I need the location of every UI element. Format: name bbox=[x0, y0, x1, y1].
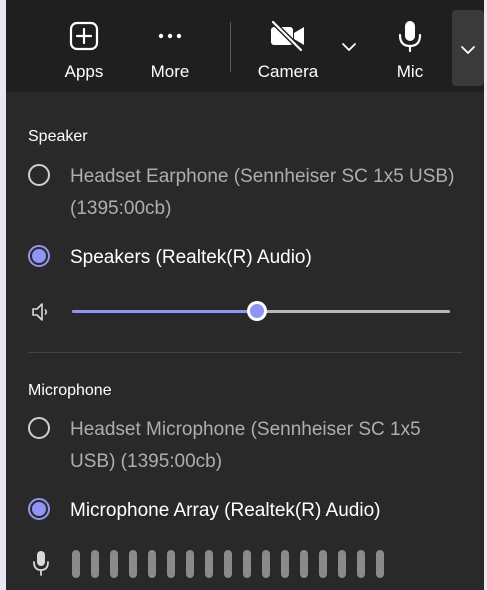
mic-options-button[interactable] bbox=[452, 10, 484, 86]
slider-thumb[interactable] bbox=[247, 301, 268, 321]
chevron-down-icon bbox=[461, 46, 475, 54]
chevron-down-icon bbox=[342, 43, 356, 51]
speaker-option-label: Speakers (Realtek(R) Audio) bbox=[70, 247, 312, 268]
speaker-option-headset[interactable]: Headset Earphone (Sennheiser SC 1x5 USB)… bbox=[28, 161, 468, 225]
slider-fill bbox=[72, 310, 258, 313]
microphone-icon bbox=[395, 20, 425, 52]
camera-label: Camera bbox=[257, 62, 319, 81]
speaker-icon bbox=[30, 300, 54, 329]
level-segment bbox=[148, 550, 156, 578]
device-settings-panel: Apps More Camera Mic Speaker Headset Ear… bbox=[6, 0, 484, 590]
apps-label: Apps bbox=[64, 62, 104, 81]
level-segment bbox=[224, 550, 232, 578]
microphone-option-label: Headset Microphone (Sennheiser SC 1x5 US… bbox=[70, 419, 421, 472]
toolbar-separator bbox=[230, 22, 231, 72]
camera-button[interactable]: Camera bbox=[252, 0, 324, 92]
radio-button-selected[interactable] bbox=[28, 498, 50, 520]
radio-button-selected[interactable] bbox=[28, 245, 50, 267]
microphone-level-meter bbox=[72, 550, 384, 578]
level-segment bbox=[186, 550, 194, 578]
level-segment bbox=[338, 550, 346, 578]
camera-options-button[interactable] bbox=[340, 40, 358, 58]
microphone-option-headset[interactable]: Headset Microphone (Sennheiser SC 1x5 US… bbox=[28, 414, 468, 478]
speaker-option-realtek[interactable]: Speakers (Realtek(R) Audio) bbox=[28, 242, 468, 274]
level-segment bbox=[243, 550, 251, 578]
plus-square-icon bbox=[69, 20, 99, 52]
level-segment bbox=[110, 550, 118, 578]
level-segment bbox=[167, 550, 175, 578]
microphone-section-label: Microphone bbox=[28, 382, 112, 399]
microphone-option-label: Microphone Array (Realtek(R) Audio) bbox=[70, 500, 381, 521]
radio-dot bbox=[32, 249, 46, 263]
speaker-volume-slider[interactable] bbox=[72, 300, 450, 324]
level-segment bbox=[262, 550, 270, 578]
more-label: More bbox=[150, 62, 190, 81]
level-segment bbox=[129, 550, 137, 578]
camera-off-icon bbox=[268, 20, 308, 52]
level-segment bbox=[357, 550, 365, 578]
level-segment bbox=[281, 550, 289, 578]
radio-button[interactable] bbox=[28, 164, 50, 186]
more-dots-icon bbox=[155, 20, 185, 52]
speaker-section-label: Speaker bbox=[28, 128, 88, 145]
mic-label: Mic bbox=[396, 62, 424, 81]
radio-button[interactable] bbox=[28, 417, 50, 439]
microphone-option-realtek[interactable]: Microphone Array (Realtek(R) Audio) bbox=[28, 495, 468, 527]
call-toolbar: Apps More Camera Mic bbox=[6, 0, 484, 92]
level-segment bbox=[91, 550, 99, 578]
level-segment bbox=[376, 550, 384, 578]
more-button[interactable]: More bbox=[140, 0, 200, 92]
speaker-option-label: Headset Earphone (Sennheiser SC 1x5 USB)… bbox=[70, 166, 455, 219]
slider-thumb-core bbox=[250, 304, 265, 318]
microphone-icon bbox=[32, 550, 50, 583]
level-segment bbox=[205, 550, 213, 578]
radio-dot bbox=[32, 502, 46, 516]
apps-button[interactable]: Apps bbox=[54, 0, 114, 92]
level-segment bbox=[72, 550, 80, 578]
section-divider bbox=[28, 352, 462, 353]
mic-button[interactable]: Mic bbox=[380, 0, 440, 92]
level-segment bbox=[300, 550, 308, 578]
level-segment bbox=[319, 550, 327, 578]
